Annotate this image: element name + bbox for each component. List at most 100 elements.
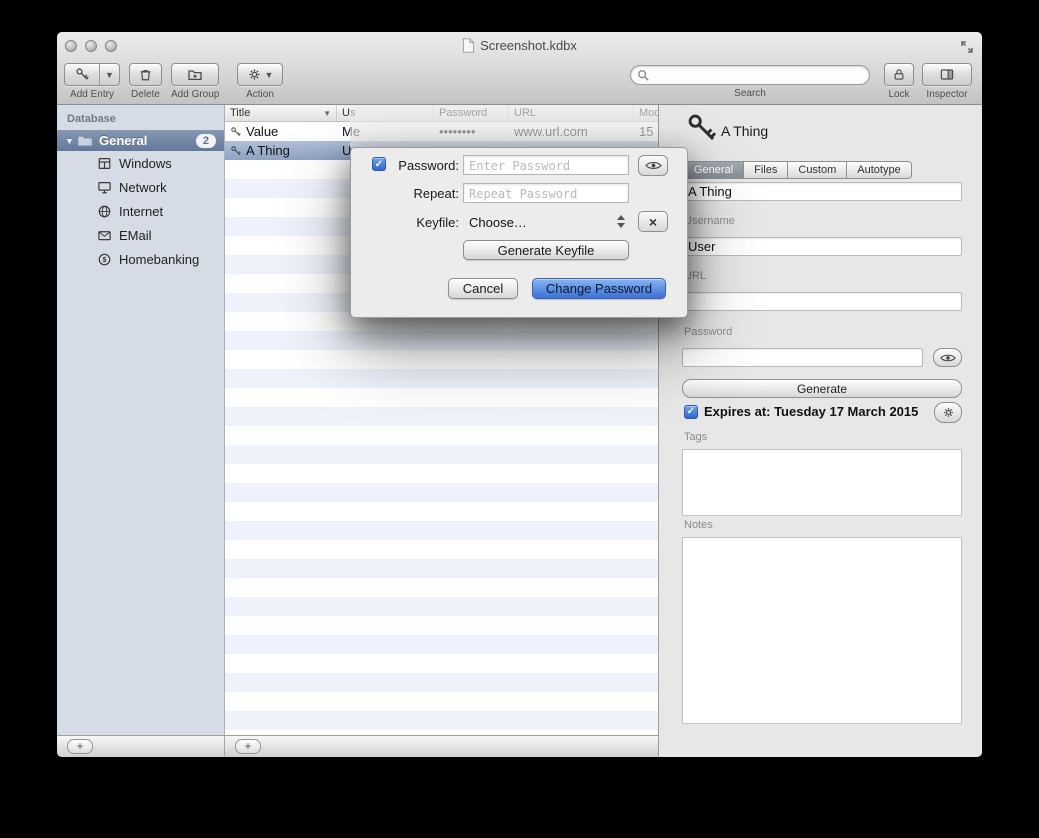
tab-files[interactable]: Files [744,162,788,178]
chevron-down-icon: ▼ [265,70,274,80]
sidebar-item-label: Homebanking [119,252,199,267]
entry-row-value[interactable]: Value Me •••••••• www.url.com 15 [225,122,658,141]
key-icon [75,67,90,82]
column-header-username[interactable]: Us [337,105,434,121]
search-label: Search [734,88,766,99]
entry-password: •••••••• [439,124,475,139]
inspector-panel: A Thing General Files Custom Autotype Us… [658,105,982,757]
sidebar-item-network[interactable]: Network [57,175,224,199]
password-field[interactable] [682,348,923,367]
fullscreen-icon[interactable] [960,40,974,54]
disclosure-triangle-icon[interactable]: ▼ [65,136,77,146]
change-password-button[interactable]: Change Password [532,278,666,299]
generate-keyfile-button[interactable]: Generate Keyfile [463,240,629,260]
folder-plus-icon [187,67,203,83]
url-field[interactable] [682,292,962,311]
tab-general[interactable]: General [684,162,744,178]
column-header-password[interactable]: Password [434,105,509,121]
app-window: Screenshot.kdbx ▼ Add Entry [57,32,982,757]
keyfile-stepper[interactable] [614,211,628,232]
column-header-url[interactable]: URL [509,105,634,121]
entry-table-header: Title ▼ Us Password URL Mod [225,105,658,122]
show-password-button[interactable] [638,155,668,176]
entry-url: www.url.com [514,124,588,139]
expires-checkbox[interactable]: ✓ [684,405,698,419]
sidebar-item-windows[interactable]: Windows [57,151,224,175]
search-input[interactable] [653,68,853,82]
entry-title: Value [246,124,278,139]
action-button[interactable]: ▼ [237,63,283,86]
stepper-up-icon [617,215,625,220]
add-group-toolbar-item: Add Group [171,63,219,100]
column-header-modified-label: Mod [639,107,658,119]
keyfile-label: Keyfile: [369,215,459,230]
inspector-button[interactable] [922,63,972,86]
password-label: Password [684,326,732,338]
username-label: Username [684,215,735,227]
count-badge: 2 [196,134,216,148]
window-title: Screenshot.kdbx [57,38,982,53]
document-icon [462,38,475,53]
repeat-label: Repeat: [369,186,459,201]
notes-field[interactable] [682,537,962,724]
tags-field[interactable] [682,449,962,516]
column-header-title[interactable]: Title ▼ [225,105,337,121]
tab-custom[interactable]: Custom [788,162,847,178]
inspector-label: Inspector [926,89,967,100]
add-entry-button[interactable] [65,64,100,85]
window-frame-icon [97,156,112,171]
eye-icon [940,353,956,363]
svg-text:$: $ [102,255,107,264]
inspector-tabs: General Files Custom Autotype [683,161,912,179]
entry-list-footer: + [225,736,658,757]
entry-key-icon [685,111,719,145]
column-header-url-label: URL [514,107,536,119]
sidebar-item-label: Network [119,180,167,195]
change-password-dialog: ✓ Password: Repeat: Keyfile: Choose… × G… [350,147,688,318]
action-toolbar-item: ▼ Action [237,63,283,100]
monitor-icon [97,180,112,195]
gear-icon [247,67,262,82]
delete-toolbar-item: Delete [129,63,162,100]
show-password-button[interactable] [933,348,962,367]
search-icon [637,69,649,81]
tags-label: Tags [684,431,707,443]
add-entry-dropdown[interactable]: ▼ [100,64,119,85]
delete-button[interactable] [129,63,162,86]
password-input[interactable] [463,155,629,175]
keyfile-popup[interactable]: Choose… [469,215,527,230]
sidebar-item-homebanking[interactable]: $ Homebanking [57,247,224,271]
lock-icon [892,67,906,82]
entry-username: Me [342,124,360,139]
sidebar-group-general[interactable]: ▼ General 2 [57,130,224,151]
lock-label: Lock [888,89,909,100]
password-label: Password: [369,158,459,173]
column-header-username-label: Us [342,107,355,119]
entry-modified: 15 [639,124,653,139]
sidebar-item-label: EMail [119,228,152,243]
envelope-icon [97,228,112,243]
username-field[interactable] [682,237,962,256]
banking-icon: $ [97,252,112,267]
add-group-plus-button[interactable]: + [67,739,93,754]
column-header-title-label: Title [230,107,250,119]
column-header-modified[interactable]: Mod [634,105,658,121]
generate-password-button[interactable]: Generate [682,379,962,398]
title-field[interactable] [682,182,962,201]
add-entry-plus-button[interactable]: + [235,739,261,754]
globe-icon [97,204,112,219]
clear-keyfile-button[interactable]: × [638,211,668,232]
add-entry-label: Add Entry [70,89,114,100]
lock-button[interactable] [884,63,914,86]
entry-title: A Thing [246,143,290,158]
sidebar-item-email[interactable]: EMail [57,223,224,247]
tab-autotype[interactable]: Autotype [847,162,910,178]
repeat-input[interactable] [463,183,629,203]
cancel-button[interactable]: Cancel [448,278,518,299]
folder-icon [77,134,93,147]
expires-settings-button[interactable] [934,402,962,423]
sidebar-item-internet[interactable]: Internet [57,199,224,223]
inspector-entry-title: A Thing [721,123,768,139]
key-icon [230,126,242,138]
add-group-button[interactable] [171,63,219,86]
